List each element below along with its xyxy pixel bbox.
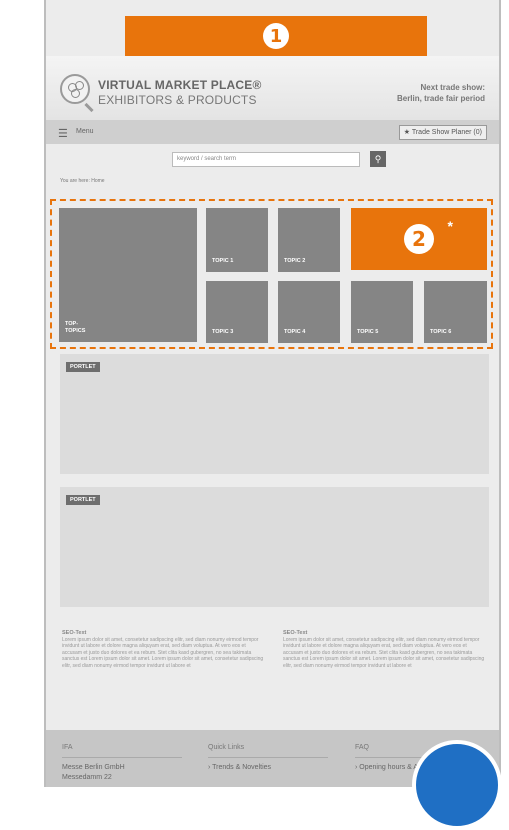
site-header: VIRTUAL MARKET PLACE® EXHIBITORS & PRODU… bbox=[46, 56, 499, 120]
menu-bar: ☰ Menu ★ Trade Show Planer (0) bbox=[46, 120, 499, 144]
search-icon[interactable]: ⚲ bbox=[370, 151, 386, 167]
tile-label: TOPIC 6 bbox=[430, 329, 452, 335]
footer-heading: Quick Links bbox=[208, 744, 245, 751]
trade-show-planner-button[interactable]: ★ Trade Show Planer (0) bbox=[398, 125, 487, 140]
portlet-1: PORTLET bbox=[60, 354, 489, 474]
seo-body: Lorem ipsum dolor sit amet, consetetur s… bbox=[62, 636, 264, 669]
tile-label: TOP- TOPICS bbox=[65, 321, 86, 334]
tile-topic-5[interactable]: TOPIC 5 bbox=[351, 281, 413, 343]
footer-heading: IFA bbox=[62, 744, 73, 751]
tile-topic-4[interactable]: TOPIC 4 bbox=[278, 281, 340, 343]
tile-topic-1[interactable]: TOPIC 1 bbox=[206, 208, 268, 272]
callout-number-2: 2 bbox=[404, 224, 434, 254]
portlet-tag: PORTLET bbox=[66, 495, 100, 505]
search-input[interactable]: keyword / search term bbox=[172, 152, 360, 167]
callout-number-1: 1 bbox=[263, 23, 289, 49]
next-show-label: Next trade show: bbox=[420, 83, 485, 92]
portlet-2: PORTLET bbox=[60, 487, 489, 607]
corner-badge-icon[interactable] bbox=[412, 740, 502, 830]
brand-title[interactable]: VIRTUAL MARKET PLACE® bbox=[98, 78, 262, 92]
tile-topic-2[interactable]: TOPIC 2 bbox=[278, 208, 340, 272]
next-trade-show: Next trade show: Berlin, trade fair peri… bbox=[397, 82, 485, 104]
tile-topic-3[interactable]: TOPIC 3 bbox=[206, 281, 268, 343]
seo-body: Lorem ipsum dolor sit amet, consetetur s… bbox=[283, 636, 485, 669]
footer-item: Messedamm 22 bbox=[62, 774, 112, 781]
top-banner: 1 bbox=[125, 16, 427, 56]
menu-label[interactable]: Menu bbox=[76, 128, 94, 135]
hamburger-icon[interactable]: ☰ bbox=[58, 127, 68, 140]
seo-text-right: SEO-Text Lorem ipsum dolor sit amet, con… bbox=[283, 630, 488, 670]
tile-label: TOPIC 2 bbox=[284, 258, 306, 264]
tile-highlight[interactable]: 2 * bbox=[351, 208, 487, 270]
brand-subtitle: EXHIBITORS & PRODUCTS bbox=[98, 93, 257, 107]
seo-title: SEO-Text bbox=[62, 630, 87, 636]
footer-link[interactable]: › Trends & Novelties bbox=[208, 763, 328, 773]
portlet-tag: PORTLET bbox=[66, 362, 100, 372]
tile-label: TOPIC 4 bbox=[284, 329, 306, 335]
tile-top-topics[interactable]: TOP- TOPICS bbox=[59, 208, 197, 342]
tile-topic-6[interactable]: TOPIC 6 bbox=[424, 281, 487, 343]
breadcrumb: You are here: Home bbox=[60, 178, 105, 184]
seo-text-left: SEO-Text Lorem ipsum dolor sit amet, con… bbox=[62, 630, 267, 670]
footer-item: Messe Berlin GmbH bbox=[62, 764, 125, 771]
footer-col-quick-links: Quick Links › Trends & Novelties bbox=[208, 744, 328, 773]
footer-col-ifa: IFA Messe Berlin GmbH Messedamm 22 bbox=[62, 744, 182, 783]
next-show-detail: Berlin, trade fair period bbox=[396, 94, 485, 103]
people-magnifier-icon[interactable] bbox=[60, 74, 90, 104]
asterisk-mark: * bbox=[447, 218, 453, 234]
seo-title: SEO-Text bbox=[283, 630, 308, 636]
tile-label: TOPIC 3 bbox=[212, 329, 234, 335]
tile-label: TOPIC 5 bbox=[357, 329, 379, 335]
page-frame: 1 VIRTUAL MARKET PLACE® EXHIBITORS & PRO… bbox=[44, 0, 501, 787]
tile-label: TOPIC 1 bbox=[212, 258, 234, 264]
